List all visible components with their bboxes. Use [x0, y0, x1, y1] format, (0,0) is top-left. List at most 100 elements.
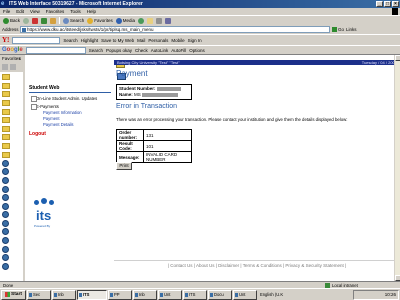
nav-subitem-payment[interactable]: Payment: [29, 116, 111, 121]
home-button[interactable]: [50, 17, 57, 25]
favorite-item[interactable]: [2, 107, 21, 116]
favorite-item[interactable]: [2, 73, 21, 82]
google-autolink-button[interactable]: AutoLink: [151, 48, 169, 53]
edit-button[interactable]: [165, 17, 172, 25]
folder-icon: [2, 108, 10, 115]
logout-link[interactable]: Logout: [29, 131, 111, 137]
favorite-item[interactable]: [2, 116, 21, 125]
yahoo-signin-button[interactable]: Sign In: [188, 38, 202, 43]
favorite-item[interactable]: [2, 90, 21, 99]
yahoo-save-button[interactable]: Save to My Web: [101, 38, 134, 43]
media-button[interactable]: Media: [115, 17, 135, 25]
favorite-item[interactable]: [2, 262, 21, 271]
search-button[interactable]: Search: [63, 17, 84, 25]
favorite-item[interactable]: [2, 185, 21, 194]
refresh-button[interactable]: [41, 17, 48, 25]
minimize-button[interactable]: _: [376, 1, 383, 7]
print-button[interactable]: Print: [116, 162, 132, 170]
back-label: Back: [10, 18, 21, 23]
footer-links[interactable]: | Contact Us | About Us | Disclaimer | T…: [114, 260, 400, 268]
favorite-item[interactable]: [2, 168, 21, 177]
yahoo-search-input[interactable]: [12, 36, 61, 44]
google-autofill-button[interactable]: AutoFill: [171, 48, 186, 53]
favorite-item[interactable]: [2, 228, 21, 237]
google-logo[interactable]: Google: [2, 47, 23, 53]
favorite-item[interactable]: [2, 193, 21, 202]
taskbar-item[interactable]: Unt: [157, 289, 182, 300]
favorite-item[interactable]: [2, 176, 21, 185]
google-check-button[interactable]: Check: [135, 48, 148, 53]
nav-subitem-payment-details[interactable]: Payment Details: [29, 122, 111, 127]
favorite-item[interactable]: [2, 253, 21, 262]
scroll-up-icon[interactable]: [395, 55, 400, 61]
taskbar-item[interactable]: ITS: [76, 289, 107, 300]
favorite-item[interactable]: [2, 82, 21, 91]
menu-help[interactable]: Help: [87, 9, 96, 14]
google-search-input[interactable]: [25, 46, 86, 54]
favorite-item[interactable]: [2, 219, 21, 228]
organize-favorites-icon[interactable]: [10, 64, 16, 70]
yahoo-mail-button[interactable]: Mail: [137, 38, 145, 43]
close-icon[interactable]: x: [19, 55, 21, 63]
links-button[interactable]: Links: [346, 27, 357, 32]
taskbar-item[interactable]: PP: [107, 289, 132, 300]
close-button[interactable]: ×: [392, 1, 399, 7]
vertical-scrollbar[interactable]: [394, 55, 400, 281]
favorite-item[interactable]: [2, 133, 21, 142]
favorite-item[interactable]: [2, 99, 21, 108]
favorite-item[interactable]: [2, 236, 21, 245]
favorites-pane-title: Favorites: [2, 56, 21, 61]
add-favorite-icon[interactable]: [2, 64, 8, 70]
page-title: Payment: [116, 69, 148, 78]
menu-edit[interactable]: Edit: [16, 9, 24, 14]
favorite-item[interactable]: [2, 202, 21, 211]
yahoo-personals-button[interactable]: Personals: [148, 38, 168, 43]
maximize-button[interactable]: □: [384, 1, 391, 7]
history-button[interactable]: [138, 17, 145, 25]
taskbar-item[interactable]: Inb: [132, 289, 157, 300]
favorite-item[interactable]: [2, 245, 21, 254]
favorite-item[interactable]: [2, 211, 21, 220]
favorite-item[interactable]: [2, 159, 21, 168]
nav-divider: [29, 92, 111, 93]
taskbar-item[interactable]: Sec: [26, 289, 51, 300]
student-name-label: Name:: [119, 92, 133, 97]
favorite-item[interactable]: [2, 125, 21, 134]
yahoo-logo[interactable]: Y!: [2, 36, 9, 44]
menu-tools[interactable]: Tools: [70, 9, 81, 14]
toolbar-separator: [59, 17, 61, 24]
menu-view[interactable]: View: [30, 9, 40, 14]
nav-subitem-payment-information[interactable]: Payment Information: [29, 110, 111, 115]
taskbar-item[interactable]: Unt: [232, 289, 257, 300]
taskbar-item[interactable]: Inb: [51, 289, 76, 300]
start-button[interactable]: Start: [1, 289, 26, 300]
google-popups-button[interactable]: Popups okay: [106, 48, 132, 53]
taskbar-item[interactable]: Docu: [207, 289, 232, 300]
mail-button[interactable]: [147, 17, 154, 25]
google-options-button[interactable]: Options: [189, 48, 205, 53]
yahoo-search-button[interactable]: Search: [63, 38, 77, 43]
favorites-list: [0, 72, 23, 272]
error-message: There was an error processing your trans…: [116, 117, 348, 122]
print-toolbar-button[interactable]: [156, 17, 163, 25]
favorite-item[interactable]: [2, 150, 21, 159]
go-button[interactable]: Go: [332, 27, 344, 32]
result-code-value: 101: [143, 140, 192, 152]
menu-file[interactable]: File: [3, 9, 10, 14]
taskbar-item[interactable]: ITS: [182, 289, 207, 300]
google-search-button[interactable]: Search: [89, 48, 103, 53]
favorites-button[interactable]: Favorites: [87, 17, 113, 25]
stop-button[interactable]: [32, 17, 39, 25]
yahoo-mobile-button[interactable]: Mobile: [171, 38, 184, 43]
back-button[interactable]: Back: [3, 17, 20, 25]
nav-item-epayments[interactable]: E-Payments: [29, 104, 111, 110]
nav-item-online-admin[interactable]: On-Line Student Admin. Updates: [29, 96, 111, 102]
globe-icon: [2, 254, 9, 262]
menu-favorites[interactable]: Favorites: [46, 9, 65, 14]
forward-button[interactable]: [23, 17, 30, 25]
address-input[interactable]: https://www.dku.ac/itsteed/jsks/twsts/1/…: [20, 26, 330, 33]
yahoo-highlight-button[interactable]: Highlight: [81, 38, 99, 43]
language-indicator[interactable]: English (U.K: [260, 292, 283, 297]
globe-icon: [2, 168, 9, 176]
favorite-item[interactable]: [2, 142, 21, 151]
